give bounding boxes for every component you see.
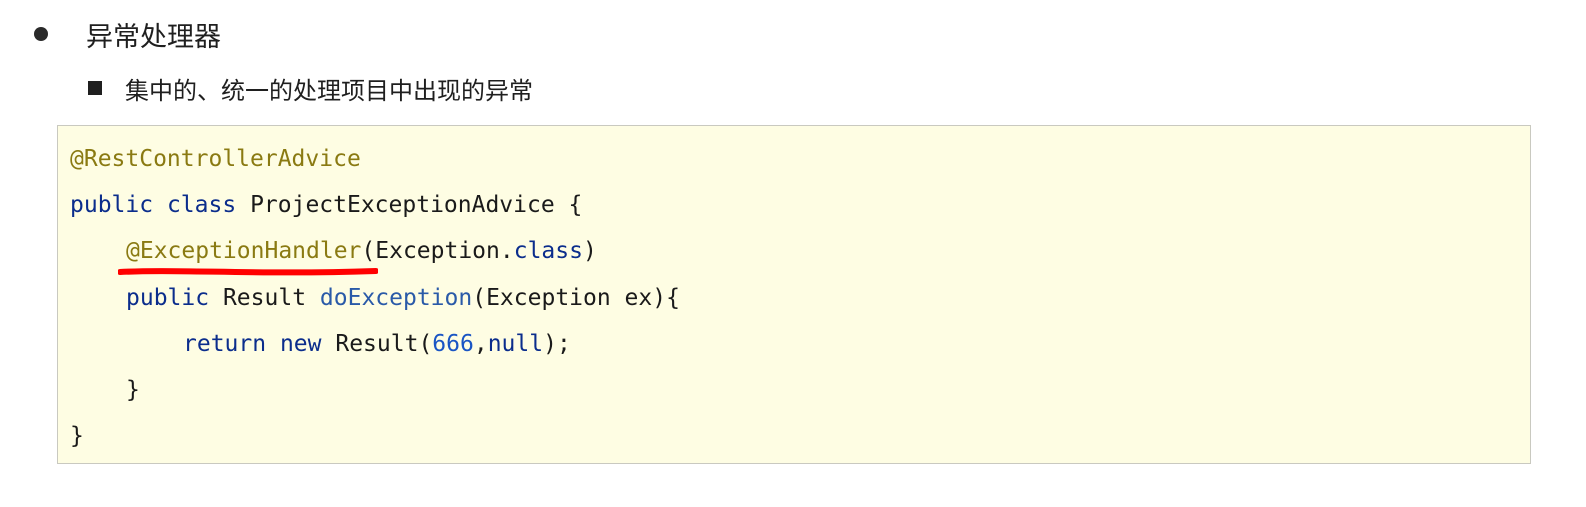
- code-line-3: @ExceptionHandler(Exception.class): [126, 235, 597, 267]
- code-keyword: new: [279, 331, 322, 357]
- code-text: Result: [222, 285, 307, 311]
- code-text: (Exception ex){: [472, 285, 680, 311]
- red-underline-highlight: [118, 268, 378, 276]
- bullet-dot-icon: [34, 27, 48, 41]
- bullet-item-level1: 异常处理器: [34, 12, 221, 56]
- code-text: Result(: [335, 331, 433, 357]
- code-text: ProjectExceptionAdvice {: [250, 192, 583, 218]
- bullet-subtext: 集中的、统一的处理项目中出现的异常: [125, 76, 533, 105]
- code-line-5: return new Result(666,null);: [183, 328, 571, 360]
- code-text: ): [582, 238, 597, 264]
- code-method-name: doException: [319, 285, 473, 311]
- bullet-title: 异常处理器: [86, 21, 221, 53]
- code-annotation: @RestControllerAdvice: [70, 146, 361, 172]
- bullet-item-level2: 集中的、统一的处理项目中出现的异常: [88, 68, 533, 108]
- code-text: ,: [473, 331, 488, 357]
- code-block: @RestControllerAdvice public class Proje…: [57, 125, 1531, 464]
- code-brace: }: [126, 377, 140, 403]
- code-keyword: class: [513, 238, 583, 264]
- code-keyword: return: [183, 331, 267, 357]
- code-line-1: @RestControllerAdvice: [70, 143, 361, 175]
- code-text: (Exception.: [361, 238, 514, 264]
- code-keyword: class: [166, 192, 237, 218]
- code-brace: }: [70, 423, 84, 449]
- code-line-6: }: [126, 374, 140, 406]
- code-keyword: public: [70, 192, 154, 218]
- code-number: 666: [432, 331, 474, 357]
- code-line-2: public class ProjectExceptionAdvice {: [70, 189, 582, 221]
- code-annotation: @ExceptionHandler: [126, 238, 362, 264]
- code-line-7: }: [70, 420, 84, 452]
- code-keyword: null: [487, 331, 544, 357]
- code-line-4: public Result doException(Exception ex){: [126, 282, 680, 314]
- bullet-square-icon: [88, 81, 102, 95]
- code-keyword: public: [126, 285, 210, 311]
- code-text: );: [543, 331, 571, 357]
